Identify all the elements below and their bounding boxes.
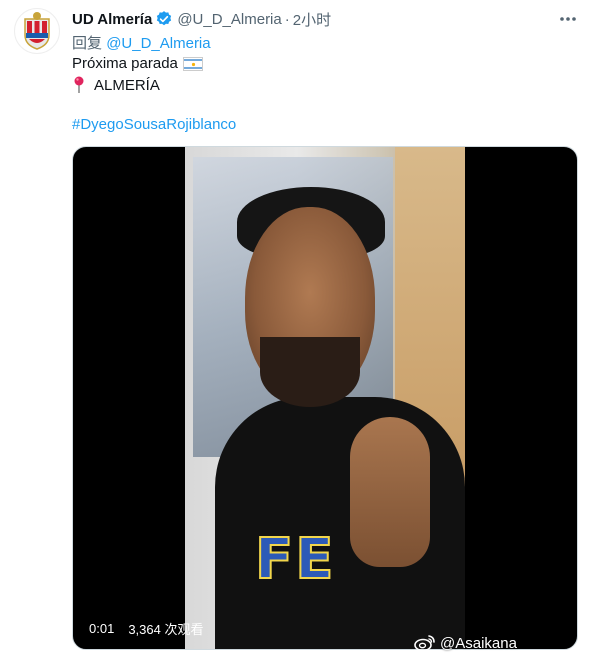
hashtag-link[interactable]: #DyegoSousaRojiblanco <box>72 116 236 133</box>
tweet-text-location: ALMERÍA <box>94 76 160 94</box>
ud-almeria-crest-icon <box>24 12 50 50</box>
tweet-text-line-2: ALMERÍA <box>72 76 160 94</box>
reply-prefix: 回复 <box>72 35 103 52</box>
weibo-watermark: @Asaikana <box>414 634 517 652</box>
shirt-lettering: FE <box>254 526 336 593</box>
author-handle[interactable]: @U_D_Almeria <box>177 11 281 28</box>
tweet-text-next-stop: Próxima parada <box>72 55 178 72</box>
more-horizontal-icon <box>560 17 576 21</box>
video-player[interactable]: FE 0:01 3,364 次观看 <box>72 146 578 650</box>
weibo-icon <box>414 635 435 652</box>
header-separator: · <box>284 10 290 28</box>
video-overlay-info: 0:01 3,364 次观看 <box>89 619 203 638</box>
tweet-timestamp[interactable]: 2小时 <box>293 9 331 30</box>
tweet[interactable]: UD Almería @U_D_Almeria · 2小时 回复 @U_D_Al… <box>0 0 593 659</box>
author-avatar[interactable] <box>14 8 60 54</box>
argentina-flag-icon <box>182 56 203 71</box>
more-options-button[interactable] <box>556 10 580 28</box>
round-pushpin-icon <box>72 76 86 94</box>
watermark-text: @Asaikana <box>440 634 517 652</box>
author-display-name[interactable]: UD Almería <box>72 11 152 28</box>
reply-context: 回复 @U_D_Almeria <box>72 32 211 53</box>
video-view-count: 3,364 次观看 <box>128 622 204 637</box>
tweet-header: UD Almería @U_D_Almeria · 2小时 <box>72 9 331 29</box>
verified-badge-icon <box>157 11 172 26</box>
video-frame[interactable]: FE <box>185 147 465 649</box>
reply-mention-link[interactable]: @U_D_Almeria <box>106 35 210 52</box>
player-beard <box>260 337 360 407</box>
tweet-text-line-1: Próxima parada <box>72 55 203 72</box>
thumbs-up-hand <box>350 417 430 567</box>
video-elapsed-time: 0:01 <box>89 621 115 636</box>
